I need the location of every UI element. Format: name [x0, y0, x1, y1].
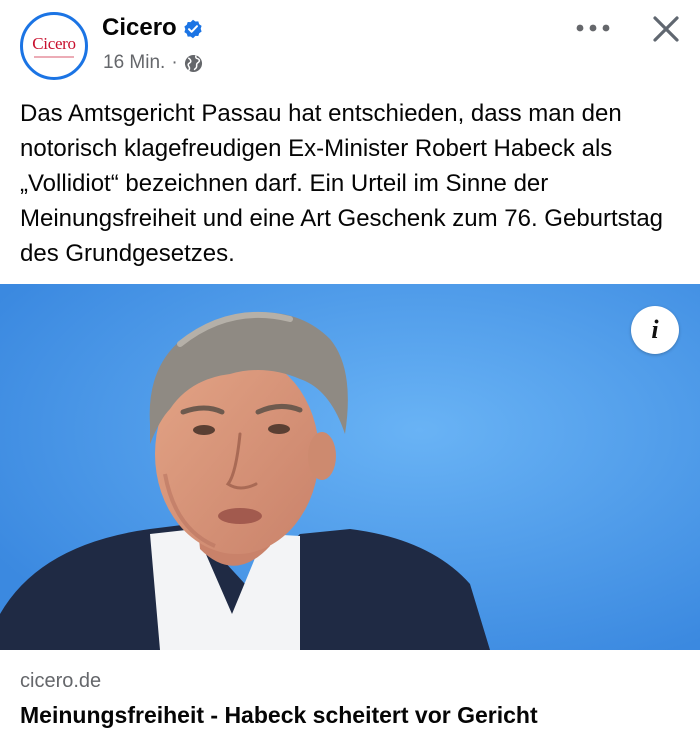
meta-separator: ·: [171, 52, 178, 73]
page-name[interactable]: Cicero: [102, 14, 177, 42]
logo-tagline: [34, 55, 74, 58]
link-title: Meinungsfreiheit - Habeck scheitert vor …: [20, 702, 538, 728]
more-options-icon: [576, 24, 610, 32]
cicero-logo: Cicero: [32, 33, 76, 53]
info-icon: i: [651, 315, 659, 344]
post-timestamp[interactable]: 16 Min.: [103, 52, 165, 74]
link-preview[interactable]: cicero.de Meinungsfreiheit - Habeck sche…: [0, 650, 700, 741]
post-header: Cicero Cicero 16 Min. ·: [0, 0, 700, 90]
page-name-row: Cicero: [102, 14, 203, 42]
verified-badge-icon: [183, 18, 203, 39]
info-button[interactable]: i: [631, 306, 679, 354]
close-button[interactable]: [647, 10, 685, 48]
page-avatar[interactable]: Cicero: [20, 12, 88, 80]
close-icon: [653, 16, 679, 42]
globe-icon: [184, 54, 203, 73]
post-image[interactable]: [0, 284, 700, 650]
post-text: Das Amtsgericht Passau hat entschieden, …: [20, 100, 664, 267]
more-options-button[interactable]: [572, 14, 614, 42]
post-meta: 16 Min. ·: [103, 52, 203, 74]
link-domain: cicero.de: [20, 670, 102, 692]
portrait-photo: [0, 284, 700, 650]
